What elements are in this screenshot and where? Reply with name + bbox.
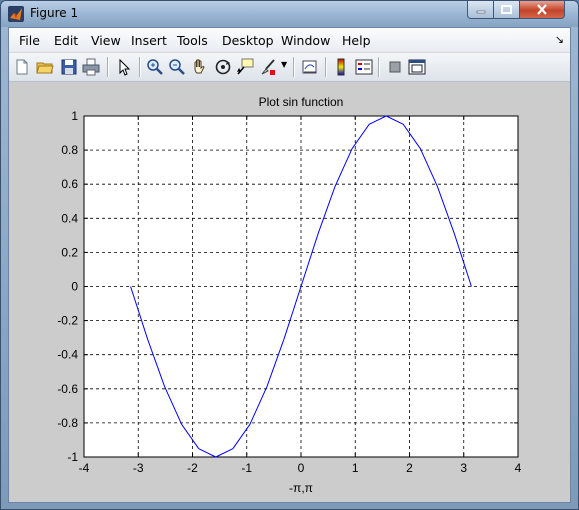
minimize-button[interactable] bbox=[467, 1, 494, 19]
x-tick-label: 4 bbox=[515, 461, 522, 475]
menu-view[interactable]: View bbox=[91, 33, 121, 48]
open-file-icon[interactable] bbox=[36, 58, 54, 76]
menu-bar: File Edit View Insert Tools Desktop Wind… bbox=[9, 28, 570, 53]
toolbar-separator bbox=[107, 57, 108, 77]
show-plot-tools-icon[interactable] bbox=[408, 58, 426, 76]
x-tick-label: 3 bbox=[460, 461, 467, 475]
x-tick-label: -2 bbox=[187, 461, 198, 475]
link-plot-icon[interactable] bbox=[301, 58, 319, 76]
hide-plot-tools-icon[interactable] bbox=[386, 58, 404, 76]
x-tick-label: -3 bbox=[133, 461, 144, 475]
x-tick-label: 1 bbox=[352, 461, 359, 475]
menu-help[interactable]: Help bbox=[342, 33, 371, 48]
menu-window[interactable]: Window bbox=[281, 33, 330, 48]
x-tick-label: 2 bbox=[406, 461, 413, 475]
matlab-logo-icon bbox=[8, 6, 24, 22]
y-tick-label: 0.2 bbox=[61, 245, 78, 259]
pan-hand-icon[interactable] bbox=[191, 58, 209, 76]
y-tick-label: -0.2 bbox=[57, 314, 78, 328]
toolbar-separator bbox=[378, 57, 379, 77]
close-button[interactable] bbox=[520, 1, 565, 19]
menu-insert[interactable]: Insert bbox=[131, 33, 167, 48]
menu-desktop[interactable]: Desktop bbox=[222, 33, 274, 48]
maximize-button[interactable] bbox=[494, 1, 520, 19]
x-tick-label: -1 bbox=[241, 461, 252, 475]
rotate-3d-icon[interactable] bbox=[214, 58, 232, 76]
minimize-icon bbox=[476, 10, 485, 13]
y-tick-label: -0.4 bbox=[57, 348, 78, 362]
data-cursor-icon[interactable] bbox=[236, 58, 254, 76]
brush-dropdown-arrow-icon[interactable]: ▼ bbox=[281, 60, 289, 78]
edit-plot-pointer-icon[interactable] bbox=[115, 58, 133, 76]
plot-title: Plot sin function bbox=[259, 95, 344, 109]
insert-colorbar-icon[interactable] bbox=[332, 58, 350, 76]
zoom-in-icon[interactable] bbox=[146, 58, 164, 76]
insert-legend-icon[interactable] bbox=[355, 58, 373, 76]
y-tick-label: -0.6 bbox=[57, 382, 78, 396]
menu-file[interactable]: File bbox=[19, 33, 40, 48]
figure-client-area: File Edit View Insert Tools Desktop Wind… bbox=[8, 27, 571, 503]
y-tick-label: 0.8 bbox=[61, 143, 78, 157]
y-tick-label: 0.4 bbox=[61, 211, 78, 225]
toolbar-separator bbox=[293, 57, 294, 77]
figure-canvas[interactable]: -4 -3 -2 -1 0 1 2 3 4 -1 -0.8 -0.6 -0.4 -0.2 0 0.2 0.4 0… bbox=[9, 82, 570, 502]
x-axis-label: -π,π bbox=[289, 481, 313, 495]
new-figure-icon[interactable] bbox=[13, 58, 31, 76]
figure-toolbar: ▼ bbox=[9, 53, 570, 82]
y-tick-label: 0 bbox=[71, 280, 78, 294]
y-tick-label: -0.8 bbox=[57, 416, 78, 430]
close-icon bbox=[537, 4, 547, 15]
menu-dock-arrow-icon[interactable]: ↘ bbox=[555, 33, 564, 46]
toolbar-separator bbox=[139, 57, 140, 77]
y-tick-label: 0.6 bbox=[61, 177, 78, 191]
window-title: Figure 1 bbox=[30, 6, 79, 20]
print-icon[interactable] bbox=[82, 58, 100, 76]
menu-edit[interactable]: Edit bbox=[54, 33, 78, 48]
y-tick-label: 1 bbox=[71, 109, 78, 123]
title-bar[interactable]: Figure 1 bbox=[1, 1, 578, 27]
brush-icon[interactable] bbox=[259, 58, 277, 76]
zoom-out-icon[interactable] bbox=[168, 58, 186, 76]
menu-tools[interactable]: Tools bbox=[177, 33, 208, 48]
y-tick-label: -1 bbox=[67, 450, 78, 464]
save-icon[interactable] bbox=[60, 58, 78, 76]
x-tick-label: 0 bbox=[298, 461, 305, 475]
x-tick-label: -4 bbox=[79, 461, 90, 475]
figure-window: Figure 1 File Edit View Insert Tools Des… bbox=[0, 0, 579, 510]
maximize-icon bbox=[501, 4, 512, 14]
toolbar-separator bbox=[325, 57, 326, 77]
